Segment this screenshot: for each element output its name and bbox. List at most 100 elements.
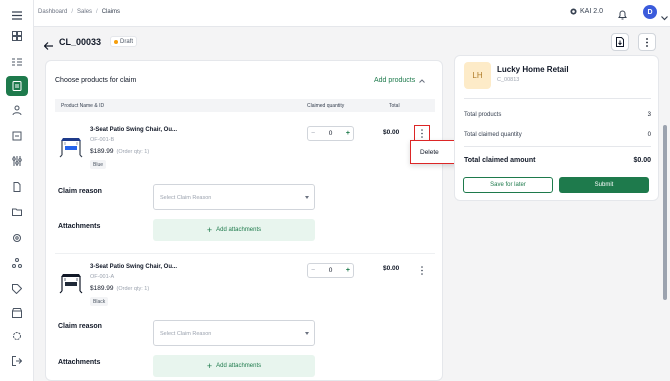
orders-icon[interactable] [8,53,26,71]
claim-reason-select[interactable]: Select Claim Reason [153,320,315,346]
folder-icon[interactable] [8,203,26,221]
cog-icon[interactable] [8,327,26,345]
order-qty: (Order qty: 1) [116,286,150,292]
add-attachments-label: Add attachments [216,227,262,233]
order-qty: (Order qty: 1) [116,149,150,155]
total-claimed-qty-value: 0 [647,132,651,138]
claim-reason-select[interactable]: Select Claim Reason [153,184,315,210]
gear-icon[interactable] [8,229,26,247]
kai-label: KAI 2.0 [580,8,603,15]
quantity-stepper[interactable]: − 0 + [307,126,354,141]
add-products-button[interactable]: Add products [374,77,426,84]
avatar[interactable]: D [643,5,657,19]
product-name: 3-Seat Patio Swing Chair, Ou... [90,264,178,270]
product-price: $189.99 [90,285,114,292]
sidebar-rail [0,0,34,381]
breadcrumb-dashboard[interactable]: Dashboard [38,9,67,15]
download-doc-icon [616,37,624,47]
network-icon[interactable] [8,254,26,272]
more-options-button[interactable] [638,33,656,51]
store-icon[interactable] [8,304,26,322]
breadcrumb-claims: Claims [101,9,121,15]
status-badge: Draft [110,36,138,47]
chevron-up-icon [419,78,426,83]
status-dot [114,39,118,44]
logout-icon[interactable] [8,352,26,370]
total-products-label: Total products [464,112,502,118]
product-image [59,271,83,295]
caret-down-icon [305,332,309,335]
tag-icon[interactable] [8,280,26,298]
row-menu-button[interactable] [414,125,430,141]
claim-reason-label: Claim reason [58,323,102,330]
back-arrow-icon[interactable] [43,37,53,55]
total-claimed-amount-label: Total claimed amount [464,157,536,164]
add-attachments-button[interactable]: + Add attachments [153,355,315,377]
quantity-value[interactable]: 0 [329,267,333,274]
kebab-icon [421,128,423,138]
add-products-label: Add products [374,77,416,84]
chevron-down-icon[interactable] [661,8,668,26]
customer-code: C_00813 [497,77,520,83]
quantity-stepper[interactable]: − 0 + [307,263,354,278]
user-icon[interactable] [8,101,26,119]
claim-reason-placeholder: Select Claim Reason [160,331,212,337]
breadcrumb-sales[interactable]: Sales [77,9,92,15]
total-claimed-amount-row: Total claimed amount $0.00 [464,157,651,164]
delete-menu-item[interactable]: Delete [420,149,439,156]
column-header-claimed-qty: Claimed quantity [307,103,345,109]
summary-panel: LH Lucky Home Retail C_00813 Total produ… [454,55,659,201]
total-claimed-qty-row: Total claimed quantity 0 [464,132,651,138]
customer-avatar: LH [464,62,491,89]
total-claimed-qty-label: Total claimed quantity [464,132,522,138]
kebab-icon [421,265,423,275]
scrollbar[interactable] [663,125,667,300]
row-divider [55,253,435,254]
products-card: Choose products for claim Add products P… [45,60,443,381]
kai-icon [570,8,577,15]
claim-reason-placeholder: Select Claim Reason [160,195,212,201]
card-title: Choose products for claim [55,77,137,84]
caret-down-icon [305,196,309,199]
breadcrumb-separator: / [71,9,74,15]
variant-tag: Blue [90,160,107,169]
total-products-row: Total products 3 [464,112,651,118]
product-image [59,135,83,159]
add-attachments-button[interactable]: + Add attachments [153,219,315,241]
page-header: CL_00033 Draft [34,27,670,57]
row-menu-button[interactable] [417,264,427,276]
quantity-value[interactable]: 0 [329,130,333,137]
status-label: Draft [120,38,134,45]
product-price-line: $189.99 (Order qty: 1) [90,148,149,155]
plus-icon: + [206,225,213,235]
dashboard-icon[interactable] [8,27,26,45]
inventory-icon[interactable] [8,127,26,145]
plus-icon[interactable]: + [346,130,350,137]
row-total: $0.00 [383,265,400,272]
document-icon[interactable] [8,178,26,196]
bell-icon[interactable] [618,7,627,25]
minus-icon[interactable]: − [311,267,315,274]
kai-button[interactable]: KAI 2.0 [570,8,603,15]
submit-button[interactable]: Submit [559,177,649,193]
product-name: 3-Seat Patio Swing Chair, Ou... [90,127,178,133]
download-button[interactable] [611,33,629,51]
total-claimed-amount-value: $0.00 [633,157,651,164]
attachments-label: Attachments [58,359,101,366]
page-title: CL_00033 [59,37,102,47]
menu-icon[interactable] [8,6,26,24]
plus-icon: + [206,361,213,371]
column-header-name: Product Name & ID [61,103,105,109]
claims-icon[interactable] [6,76,28,96]
kebab-icon [646,37,648,47]
total-products-value: 3 [647,112,651,118]
product-sku: OF-001-A [90,274,115,280]
settings-sliders-icon[interactable] [8,152,26,170]
breadcrumb-separator: / [96,9,98,15]
minus-icon[interactable]: − [311,130,315,137]
product-sku: OF-001-B [90,137,115,143]
row-total: $0.00 [383,129,400,136]
plus-icon[interactable]: + [346,267,350,274]
customer-name: Lucky Home Retail [497,65,569,74]
save-for-later-button[interactable]: Save for later [463,177,553,193]
